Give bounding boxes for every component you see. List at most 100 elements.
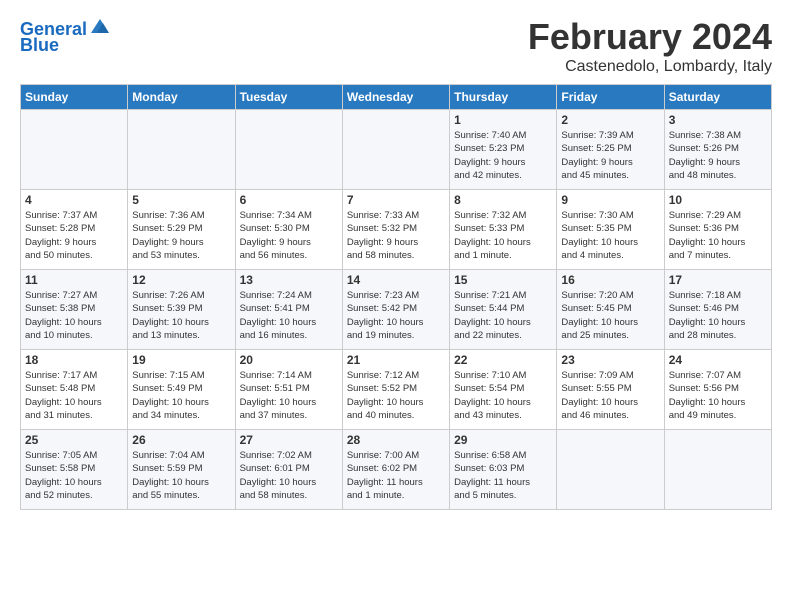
- day-number: 4: [25, 193, 123, 207]
- day-number: 16: [561, 273, 659, 287]
- calendar-cell: 4 Sunrise: 7:37 AM Sunset: 5:28 PM Daylig…: [21, 190, 128, 270]
- calendar-cell: 1 Sunrise: 7:40 AM Sunset: 5:23 PM Daylig…: [450, 110, 557, 190]
- day-number: 23: [561, 353, 659, 367]
- day-number: 12: [132, 273, 230, 287]
- calendar-week-5: 25Sunrise: 7:05 AM Sunset: 5:58 PM Dayli…: [21, 430, 772, 510]
- day-number: 6: [240, 193, 338, 207]
- day-number: 28: [347, 433, 445, 447]
- day-info: Sunrise: 6:58 AM Sunset: 6:03 PM Dayligh…: [454, 449, 552, 502]
- day-info: Sunrise: 7:04 AM Sunset: 5:59 PM Dayligh…: [132, 449, 230, 502]
- day-number: 17: [669, 273, 767, 287]
- calendar-cell: [557, 430, 664, 510]
- day-info: Sunrise: 7:15 AM Sunset: 5:49 PM Dayligh…: [132, 369, 230, 422]
- day-info: Sunrise: 7:21 AM Sunset: 5:44 PM Dayligh…: [454, 289, 552, 342]
- day-info: Sunrise: 7:20 AM Sunset: 5:45 PM Dayligh…: [561, 289, 659, 342]
- day-info: Sunrise: 7:37 AM Sunset: 5:28 PM Dayligh…: [25, 209, 123, 262]
- day-info: Sunrise: 7:05 AM Sunset: 5:58 PM Dayligh…: [25, 449, 123, 502]
- calendar-cell: 26 Sunrise: 7:04 AM Sunset: 5:59 PM Dayli…: [128, 430, 235, 510]
- day-info: Sunrise: 7:00 AM Sunset: 6:02 PM Dayligh…: [347, 449, 445, 502]
- day-info: Sunrise: 7:26 AM Sunset: 5:39 PM Dayligh…: [132, 289, 230, 342]
- day-info: Sunrise: 7:23 AM Sunset: 5:42 PM Dayligh…: [347, 289, 445, 342]
- day-info: Sunrise: 7:17 AM Sunset: 5:48 PM Dayligh…: [25, 369, 123, 422]
- day-info: Sunrise: 7:07 AM Sunset: 5:56 PM Dayligh…: [669, 369, 767, 422]
- calendar-header-row: SundayMondayTuesdayWednesdayThursdayFrid…: [21, 85, 772, 110]
- day-info: Sunrise: 7:40 AM Sunset: 5:23 PM Dayligh…: [454, 129, 552, 182]
- weekday-header-monday: Monday: [128, 85, 235, 110]
- calendar-cell: 13 Sunrise: 7:24 AM Sunset: 5:41 PM Dayli…: [235, 270, 342, 350]
- day-info: Sunrise: 7:18 AM Sunset: 5:46 PM Dayligh…: [669, 289, 767, 342]
- day-number: 1: [454, 113, 552, 127]
- day-number: 3: [669, 113, 767, 127]
- day-info: Sunrise: 7:09 AM Sunset: 5:55 PM Dayligh…: [561, 369, 659, 422]
- calendar-cell: 16 Sunrise: 7:20 AM Sunset: 5:45 PM Dayli…: [557, 270, 664, 350]
- day-info: Sunrise: 7:24 AM Sunset: 5:41 PM Dayligh…: [240, 289, 338, 342]
- weekday-header-thursday: Thursday: [450, 85, 557, 110]
- calendar-cell: 2 Sunrise: 7:39 AM Sunset: 5:25 PM Daylig…: [557, 110, 664, 190]
- day-info: Sunrise: 7:29 AM Sunset: 5:36 PM Dayligh…: [669, 209, 767, 262]
- day-number: 13: [240, 273, 338, 287]
- logo: General Blue: [20, 20, 111, 56]
- day-number: 20: [240, 353, 338, 367]
- calendar-cell: 15 Sunrise: 7:21 AM Sunset: 5:44 PM Dayli…: [450, 270, 557, 350]
- weekday-header-wednesday: Wednesday: [342, 85, 449, 110]
- day-number: 22: [454, 353, 552, 367]
- calendar-cell: 18 Sunrise: 7:17 AM Sunset: 5:48 PM Dayli…: [21, 350, 128, 430]
- day-info: Sunrise: 7:30 AM Sunset: 5:35 PM Dayligh…: [561, 209, 659, 262]
- calendar-cell: 9 Sunrise: 7:30 AM Sunset: 5:35 PM Daylig…: [557, 190, 664, 270]
- day-number: 15: [454, 273, 552, 287]
- calendar-cell: 25Sunrise: 7:05 AM Sunset: 5:58 PM Dayli…: [21, 430, 128, 510]
- calendar-week-4: 18 Sunrise: 7:17 AM Sunset: 5:48 PM Dayli…: [21, 350, 772, 430]
- day-info: Sunrise: 7:33 AM Sunset: 5:32 PM Dayligh…: [347, 209, 445, 262]
- calendar-cell: 19Sunrise: 7:15 AM Sunset: 5:49 PM Dayli…: [128, 350, 235, 430]
- day-number: 18: [25, 353, 123, 367]
- day-number: 2: [561, 113, 659, 127]
- calendar-cell: [342, 110, 449, 190]
- day-info: Sunrise: 7:32 AM Sunset: 5:33 PM Dayligh…: [454, 209, 552, 262]
- calendar-cell: 20 Sunrise: 7:14 AM Sunset: 5:51 PM Dayli…: [235, 350, 342, 430]
- calendar-cell: 5Sunrise: 7:36 AM Sunset: 5:29 PM Daylig…: [128, 190, 235, 270]
- month-title: February 2024: [528, 16, 772, 58]
- weekday-header-sunday: Sunday: [21, 85, 128, 110]
- calendar-cell: 8 Sunrise: 7:32 AM Sunset: 5:33 PM Daylig…: [450, 190, 557, 270]
- calendar-cell: 3 Sunrise: 7:38 AM Sunset: 5:26 PM Daylig…: [664, 110, 771, 190]
- calendar-cell: [128, 110, 235, 190]
- day-info: Sunrise: 7:39 AM Sunset: 5:25 PM Dayligh…: [561, 129, 659, 182]
- day-number: 5: [132, 193, 230, 207]
- day-number: 7: [347, 193, 445, 207]
- day-info: Sunrise: 7:14 AM Sunset: 5:51 PM Dayligh…: [240, 369, 338, 422]
- calendar-cell: 21Sunrise: 7:12 AM Sunset: 5:52 PM Dayli…: [342, 350, 449, 430]
- day-info: Sunrise: 7:10 AM Sunset: 5:54 PM Dayligh…: [454, 369, 552, 422]
- day-number: 9: [561, 193, 659, 207]
- calendar-cell: 17 Sunrise: 7:18 AM Sunset: 5:46 PM Dayli…: [664, 270, 771, 350]
- calendar-cell: 27Sunrise: 7:02 AM Sunset: 6:01 PM Dayli…: [235, 430, 342, 510]
- calendar-cell: 28 Sunrise: 7:00 AM Sunset: 6:02 PM Dayli…: [342, 430, 449, 510]
- logo-icon: [89, 15, 111, 37]
- day-info: Sunrise: 7:34 AM Sunset: 5:30 PM Dayligh…: [240, 209, 338, 262]
- weekday-header-tuesday: Tuesday: [235, 85, 342, 110]
- calendar-week-3: 11Sunrise: 7:27 AM Sunset: 5:38 PM Dayli…: [21, 270, 772, 350]
- calendar-cell: [21, 110, 128, 190]
- day-info: Sunrise: 7:38 AM Sunset: 5:26 PM Dayligh…: [669, 129, 767, 182]
- calendar-cell: [235, 110, 342, 190]
- day-number: 8: [454, 193, 552, 207]
- calendar-week-1: 1 Sunrise: 7:40 AM Sunset: 5:23 PM Daylig…: [21, 110, 772, 190]
- location: Castenedolo, Lombardy, Italy: [528, 58, 772, 76]
- day-info: Sunrise: 7:27 AM Sunset: 5:38 PM Dayligh…: [25, 289, 123, 342]
- calendar-cell: 11Sunrise: 7:27 AM Sunset: 5:38 PM Dayli…: [21, 270, 128, 350]
- day-number: 24: [669, 353, 767, 367]
- day-number: 29: [454, 433, 552, 447]
- calendar-cell: [664, 430, 771, 510]
- calendar-table: SundayMondayTuesdayWednesdayThursdayFrid…: [20, 84, 772, 510]
- day-info: Sunrise: 7:02 AM Sunset: 6:01 PM Dayligh…: [240, 449, 338, 502]
- calendar-cell: 14Sunrise: 7:23 AM Sunset: 5:42 PM Dayli…: [342, 270, 449, 350]
- page-header: General Blue February 2024 Castenedolo, …: [20, 16, 772, 76]
- calendar-cell: 10 Sunrise: 7:29 AM Sunset: 5:36 PM Dayli…: [664, 190, 771, 270]
- day-number: 26: [132, 433, 230, 447]
- weekday-header-friday: Friday: [557, 85, 664, 110]
- calendar-cell: 22 Sunrise: 7:10 AM Sunset: 5:54 PM Dayli…: [450, 350, 557, 430]
- calendar-week-2: 4 Sunrise: 7:37 AM Sunset: 5:28 PM Daylig…: [21, 190, 772, 270]
- day-number: 10: [669, 193, 767, 207]
- calendar-cell: 23 Sunrise: 7:09 AM Sunset: 5:55 PM Dayli…: [557, 350, 664, 430]
- calendar-cell: 7 Sunrise: 7:33 AM Sunset: 5:32 PM Daylig…: [342, 190, 449, 270]
- calendar-cell: 24 Sunrise: 7:07 AM Sunset: 5:56 PM Dayli…: [664, 350, 771, 430]
